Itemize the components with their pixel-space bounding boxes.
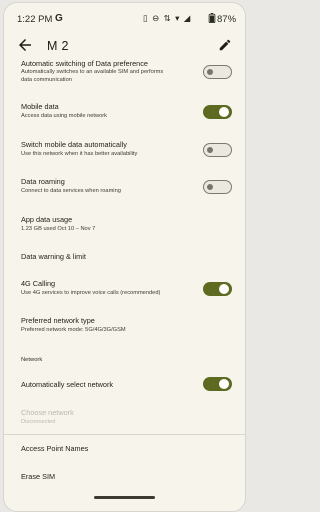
switch-knob (219, 379, 229, 389)
setting-title: Automatic switching of Data preference (21, 59, 148, 68)
page-title: M 2 (47, 39, 69, 53)
switch-data-auto-switch[interactable] (203, 143, 232, 157)
setting-subtitle: 1.23 GB used Oct 10 – Nov 7 (21, 226, 96, 232)
divider (4, 434, 245, 435)
4g-calling-switch[interactable] (203, 282, 232, 296)
setting-title: Automatically select network (21, 380, 114, 389)
setting-choose-network: Choose network Disconnected (4, 405, 245, 431)
setting-title: 4G Calling (21, 279, 56, 288)
setting-app-data-usage[interactable]: App data usage 1.23 GB used Oct 10 – Nov… (4, 209, 245, 239)
setting-access-point-names[interactable]: Access Point Names (4, 437, 245, 463)
data-roaming-switch[interactable] (203, 180, 232, 194)
status-bar: 1:22 PM G ▯ ⊖ ⇅ ▾ ◢ 87% (4, 3, 245, 25)
wifi-icon: ▾ (175, 13, 181, 23)
mobile-data-switch[interactable] (203, 105, 232, 119)
pencil-icon[interactable] (218, 38, 232, 52)
battery-icon (208, 13, 216, 23)
setting-subtitle: Access data using mobile network (21, 113, 107, 119)
dnd-icon: ⊖ (152, 13, 161, 23)
setting-title: App data usage (21, 215, 73, 224)
setting-data-warning[interactable]: Data warning & limit (4, 245, 245, 271)
signal-icon: ◢ (183, 13, 192, 23)
phone-screen: 1:22 PM G ▯ ⊖ ⇅ ▾ ◢ 87% M 2 Automatic sw… (3, 2, 246, 512)
setting-erase-sim[interactable]: Erase SIM (4, 466, 245, 492)
setting-mobile-data[interactable]: Mobile data Access data using mobile net… (4, 98, 245, 128)
setting-subtitle: Use 4G services to improve voice calls (… (21, 290, 161, 296)
switch-knob (219, 284, 229, 294)
back-arrow-icon[interactable] (16, 36, 34, 54)
setting-title: Choose network (21, 408, 74, 417)
switch-knob (219, 107, 229, 117)
setting-subtitle: Use this network when it has better avai… (21, 151, 138, 157)
auto-select-network-switch[interactable] (203, 377, 232, 391)
data-preference-switch[interactable] (203, 65, 232, 79)
vibrate-icon: ▯ (143, 13, 149, 23)
switch-knob (207, 146, 213, 153)
battery-percent: 87% (217, 14, 237, 25)
setting-subtitle: Connect to data services when roaming (21, 188, 121, 194)
status-time: 1:22 PM (17, 14, 53, 25)
setting-preferred-network[interactable]: Preferred network type Preferred network… (4, 312, 245, 342)
switch-knob (207, 183, 213, 190)
setting-4g-calling[interactable]: 4G Calling Use 4G services to improve vo… (4, 275, 245, 305)
setting-data-preference[interactable]: Automatic switching of Data preference A… (4, 55, 245, 91)
setting-title: Mobile data (21, 102, 59, 111)
setting-title: Data warning & limit (21, 252, 86, 261)
google-icon: G (55, 13, 63, 24)
data-icon: ⇅ (163, 13, 172, 23)
setting-subtitle: Disconnected (21, 419, 56, 425)
setting-subtitle: Preferred network mode: 5G/4G/3G/GSM (21, 327, 126, 333)
gesture-nav-bar[interactable] (94, 496, 155, 499)
setting-title: Data roaming (21, 177, 65, 186)
setting-data-roaming[interactable]: Data roaming Connect to data services wh… (4, 173, 245, 203)
setting-title: Erase SIM (21, 472, 56, 481)
setting-subtitle-line2: data communication (21, 77, 72, 83)
setting-auto-select-network[interactable]: Automatically select network (4, 373, 245, 399)
setting-title: Switch mobile data automatically (21, 140, 127, 149)
section-header-network: Network (21, 357, 43, 363)
status-icons: ▯ ⊖ ⇅ ▾ ◢ (143, 13, 191, 24)
setting-subtitle: Automatically switches to an available S… (21, 69, 164, 75)
setting-title: Preferred network type (21, 316, 95, 325)
switch-knob (207, 68, 213, 75)
setting-switch-data-auto[interactable]: Switch mobile data automatically Use thi… (4, 136, 245, 166)
setting-title: Access Point Names (21, 444, 89, 453)
